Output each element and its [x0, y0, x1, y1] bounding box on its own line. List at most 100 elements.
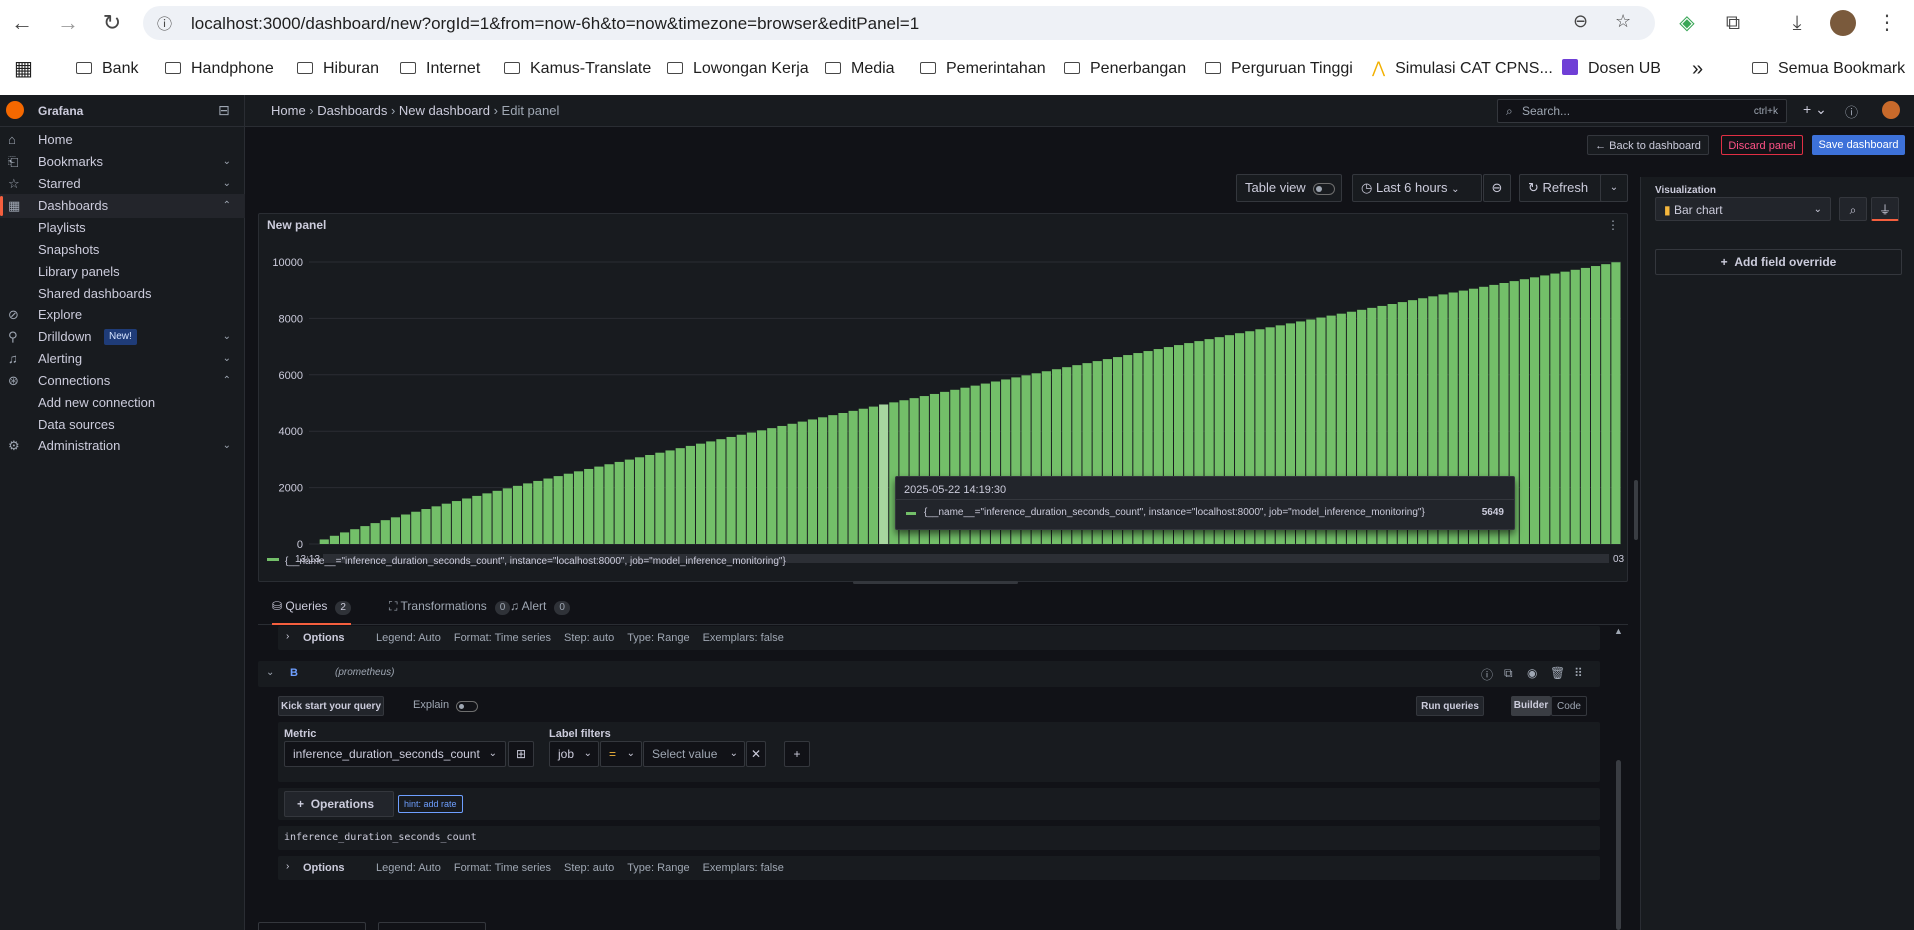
bar[interactable]: [594, 466, 604, 544]
bar[interactable]: [1590, 266, 1601, 544]
bar[interactable]: [634, 457, 645, 544]
tab-alert[interactable]: ♫ Alert 0: [510, 591, 570, 625]
eye-icon[interactable]: ◉: [1527, 666, 1537, 680]
metric-select[interactable]: inference_duration_seconds_count ⌄: [284, 741, 506, 767]
bar[interactable]: [512, 485, 523, 544]
bar[interactable]: [553, 476, 563, 544]
bar[interactable]: [787, 423, 797, 544]
bar[interactable]: [807, 419, 818, 544]
bookmark-pemerintahan[interactable]: Pemerintahan: [920, 58, 1046, 80]
bar[interactable]: [706, 441, 716, 544]
query-a-options-row[interactable]: › Options Legend: Auto Format: Time serie…: [278, 626, 1600, 650]
bar[interactable]: [645, 454, 655, 544]
bar[interactable]: [1611, 262, 1621, 544]
query-b-options-row[interactable]: › Options Legend: Auto Format: Time serie…: [278, 856, 1600, 880]
bar[interactable]: [726, 436, 736, 544]
bar[interactable]: [1560, 271, 1570, 544]
builder-tab[interactable]: Builder: [1511, 696, 1551, 716]
sidebar-item-starred[interactable]: ☆ Starred ⌄: [0, 172, 245, 196]
bar[interactable]: [746, 432, 757, 544]
extensions-puzzle-icon[interactable]: ⧉: [1720, 10, 1746, 36]
bar[interactable]: [1580, 267, 1590, 544]
user-avatar[interactable]: [1882, 101, 1900, 119]
bar[interactable]: [360, 526, 370, 544]
bar[interactable]: [441, 503, 451, 544]
save-dashboard-button[interactable]: Save dashboard: [1812, 135, 1905, 155]
bar[interactable]: [767, 428, 777, 544]
sidebar-item-alerting[interactable]: ♫ Alerting ⌄: [0, 347, 245, 371]
bar[interactable]: [472, 495, 482, 544]
bar[interactable]: [563, 473, 573, 544]
query-letter[interactable]: B: [290, 667, 298, 679]
sidebar-item-explore[interactable]: ⊘ Explore: [0, 303, 245, 327]
bar[interactable]: [543, 478, 553, 544]
chart-legend[interactable]: {__name__="inference_duration_seconds_co…: [267, 556, 786, 567]
bar[interactable]: [462, 498, 472, 544]
bar[interactable]: [695, 443, 706, 544]
explain-toggle[interactable]: [456, 701, 478, 712]
pane-splitter[interactable]: [1634, 480, 1638, 540]
bar[interactable]: [828, 415, 838, 544]
table-view-toggle[interactable]: Table view: [1236, 174, 1342, 202]
code-tab[interactable]: Code: [1551, 696, 1587, 716]
bar[interactable]: [584, 468, 594, 544]
kick-start-button[interactable]: Kick start your query: [278, 696, 384, 716]
search-input[interactable]: ⌕ Search... ctrl+k: [1497, 99, 1787, 123]
refresh-interval-dropdown[interactable]: ⌄: [1600, 174, 1628, 202]
chevron-down-icon[interactable]: ⌄: [223, 325, 231, 349]
sidebar-item-add-new-connection[interactable]: Add new connection: [0, 391, 245, 415]
sidebar-item-connections[interactable]: ⊛ Connections ⌃: [0, 369, 245, 393]
bar[interactable]: [329, 535, 340, 544]
bookmark-dosen-ub[interactable]: Dosen UB: [1562, 58, 1661, 80]
bookmark-media[interactable]: Media: [825, 58, 895, 80]
chevron-up-icon[interactable]: ⌃: [223, 194, 231, 218]
bar[interactable]: [482, 493, 492, 544]
run-queries-button[interactable]: Run queries: [1416, 696, 1484, 716]
reload-icon[interactable]: ↻: [98, 9, 126, 37]
bar[interactable]: [350, 529, 360, 544]
apps-grid-icon[interactable]: ▦: [14, 58, 33, 80]
address-bar[interactable]: ⓘ localhost:3000/dashboard/new?orgId=1&f…: [143, 6, 1655, 40]
forward-arrow-icon[interactable]: →: [54, 9, 82, 37]
refresh-button[interactable]: ↻ Refresh: [1519, 174, 1613, 202]
sidebar-item-snapshots[interactable]: Snapshots: [0, 238, 245, 262]
bar[interactable]: [736, 434, 746, 544]
sidebar-item-bookmarks[interactable]: ⎗ Bookmarks ⌄: [0, 150, 245, 174]
sidebar-item-library-panels[interactable]: Library panels: [0, 260, 245, 284]
bar[interactable]: [818, 417, 828, 544]
bar[interactable]: [1601, 264, 1611, 544]
discard-panel-button[interactable]: Discard panel: [1721, 135, 1803, 155]
bar[interactable]: [340, 532, 350, 544]
panel-resize-handle[interactable]: [853, 581, 1018, 584]
bookmark-bank[interactable]: Bank: [76, 58, 138, 80]
help-icon[interactable]: ⓘ: [1845, 102, 1858, 121]
sidebar-item-administration[interactable]: ⚙ Administration ⌄: [0, 434, 245, 458]
time-range-picker[interactable]: ◷ Last 6 hours ⌄: [1352, 174, 1482, 202]
bar[interactable]: [848, 410, 858, 544]
add-field-override-button[interactable]: + Add field override: [1655, 249, 1902, 275]
breadcrumb-new-dashboard[interactable]: New dashboard: [399, 103, 490, 118]
bookmark-all[interactable]: Semua Bookmark: [1752, 58, 1905, 80]
add-menu-button[interactable]: + ⌄: [1803, 101, 1827, 118]
bar[interactable]: [370, 523, 380, 544]
bar[interactable]: [1529, 277, 1540, 544]
hint-add-rate[interactable]: hint: add rate: [398, 795, 463, 813]
breadcrumb-home[interactable]: Home: [271, 103, 306, 118]
bar[interactable]: [390, 517, 401, 544]
trash-icon[interactable]: 🗑: [1550, 666, 1565, 680]
download-icon[interactable]: ⤓: [1784, 10, 1810, 36]
value-select[interactable]: Select value ⌄: [643, 741, 745, 767]
bar[interactable]: [451, 501, 462, 544]
add-query-button-partial[interactable]: [258, 922, 366, 930]
bookmark-perguruan-tinggi[interactable]: Perguruan Tinggi: [1205, 58, 1353, 80]
bar[interactable]: [523, 483, 533, 544]
tab-queries[interactable]: ⛁ Queries 2: [272, 591, 351, 625]
grafana-logo-icon[interactable]: [6, 101, 24, 119]
bar[interactable]: [1519, 279, 1529, 544]
bar[interactable]: [502, 488, 512, 544]
bar[interactable]: [777, 425, 787, 544]
search-options-button[interactable]: ⌕: [1839, 197, 1867, 221]
bar[interactable]: [492, 490, 502, 544]
back-to-dashboard-button[interactable]: ← Back to dashboard: [1587, 135, 1709, 155]
bar[interactable]: [665, 450, 675, 544]
